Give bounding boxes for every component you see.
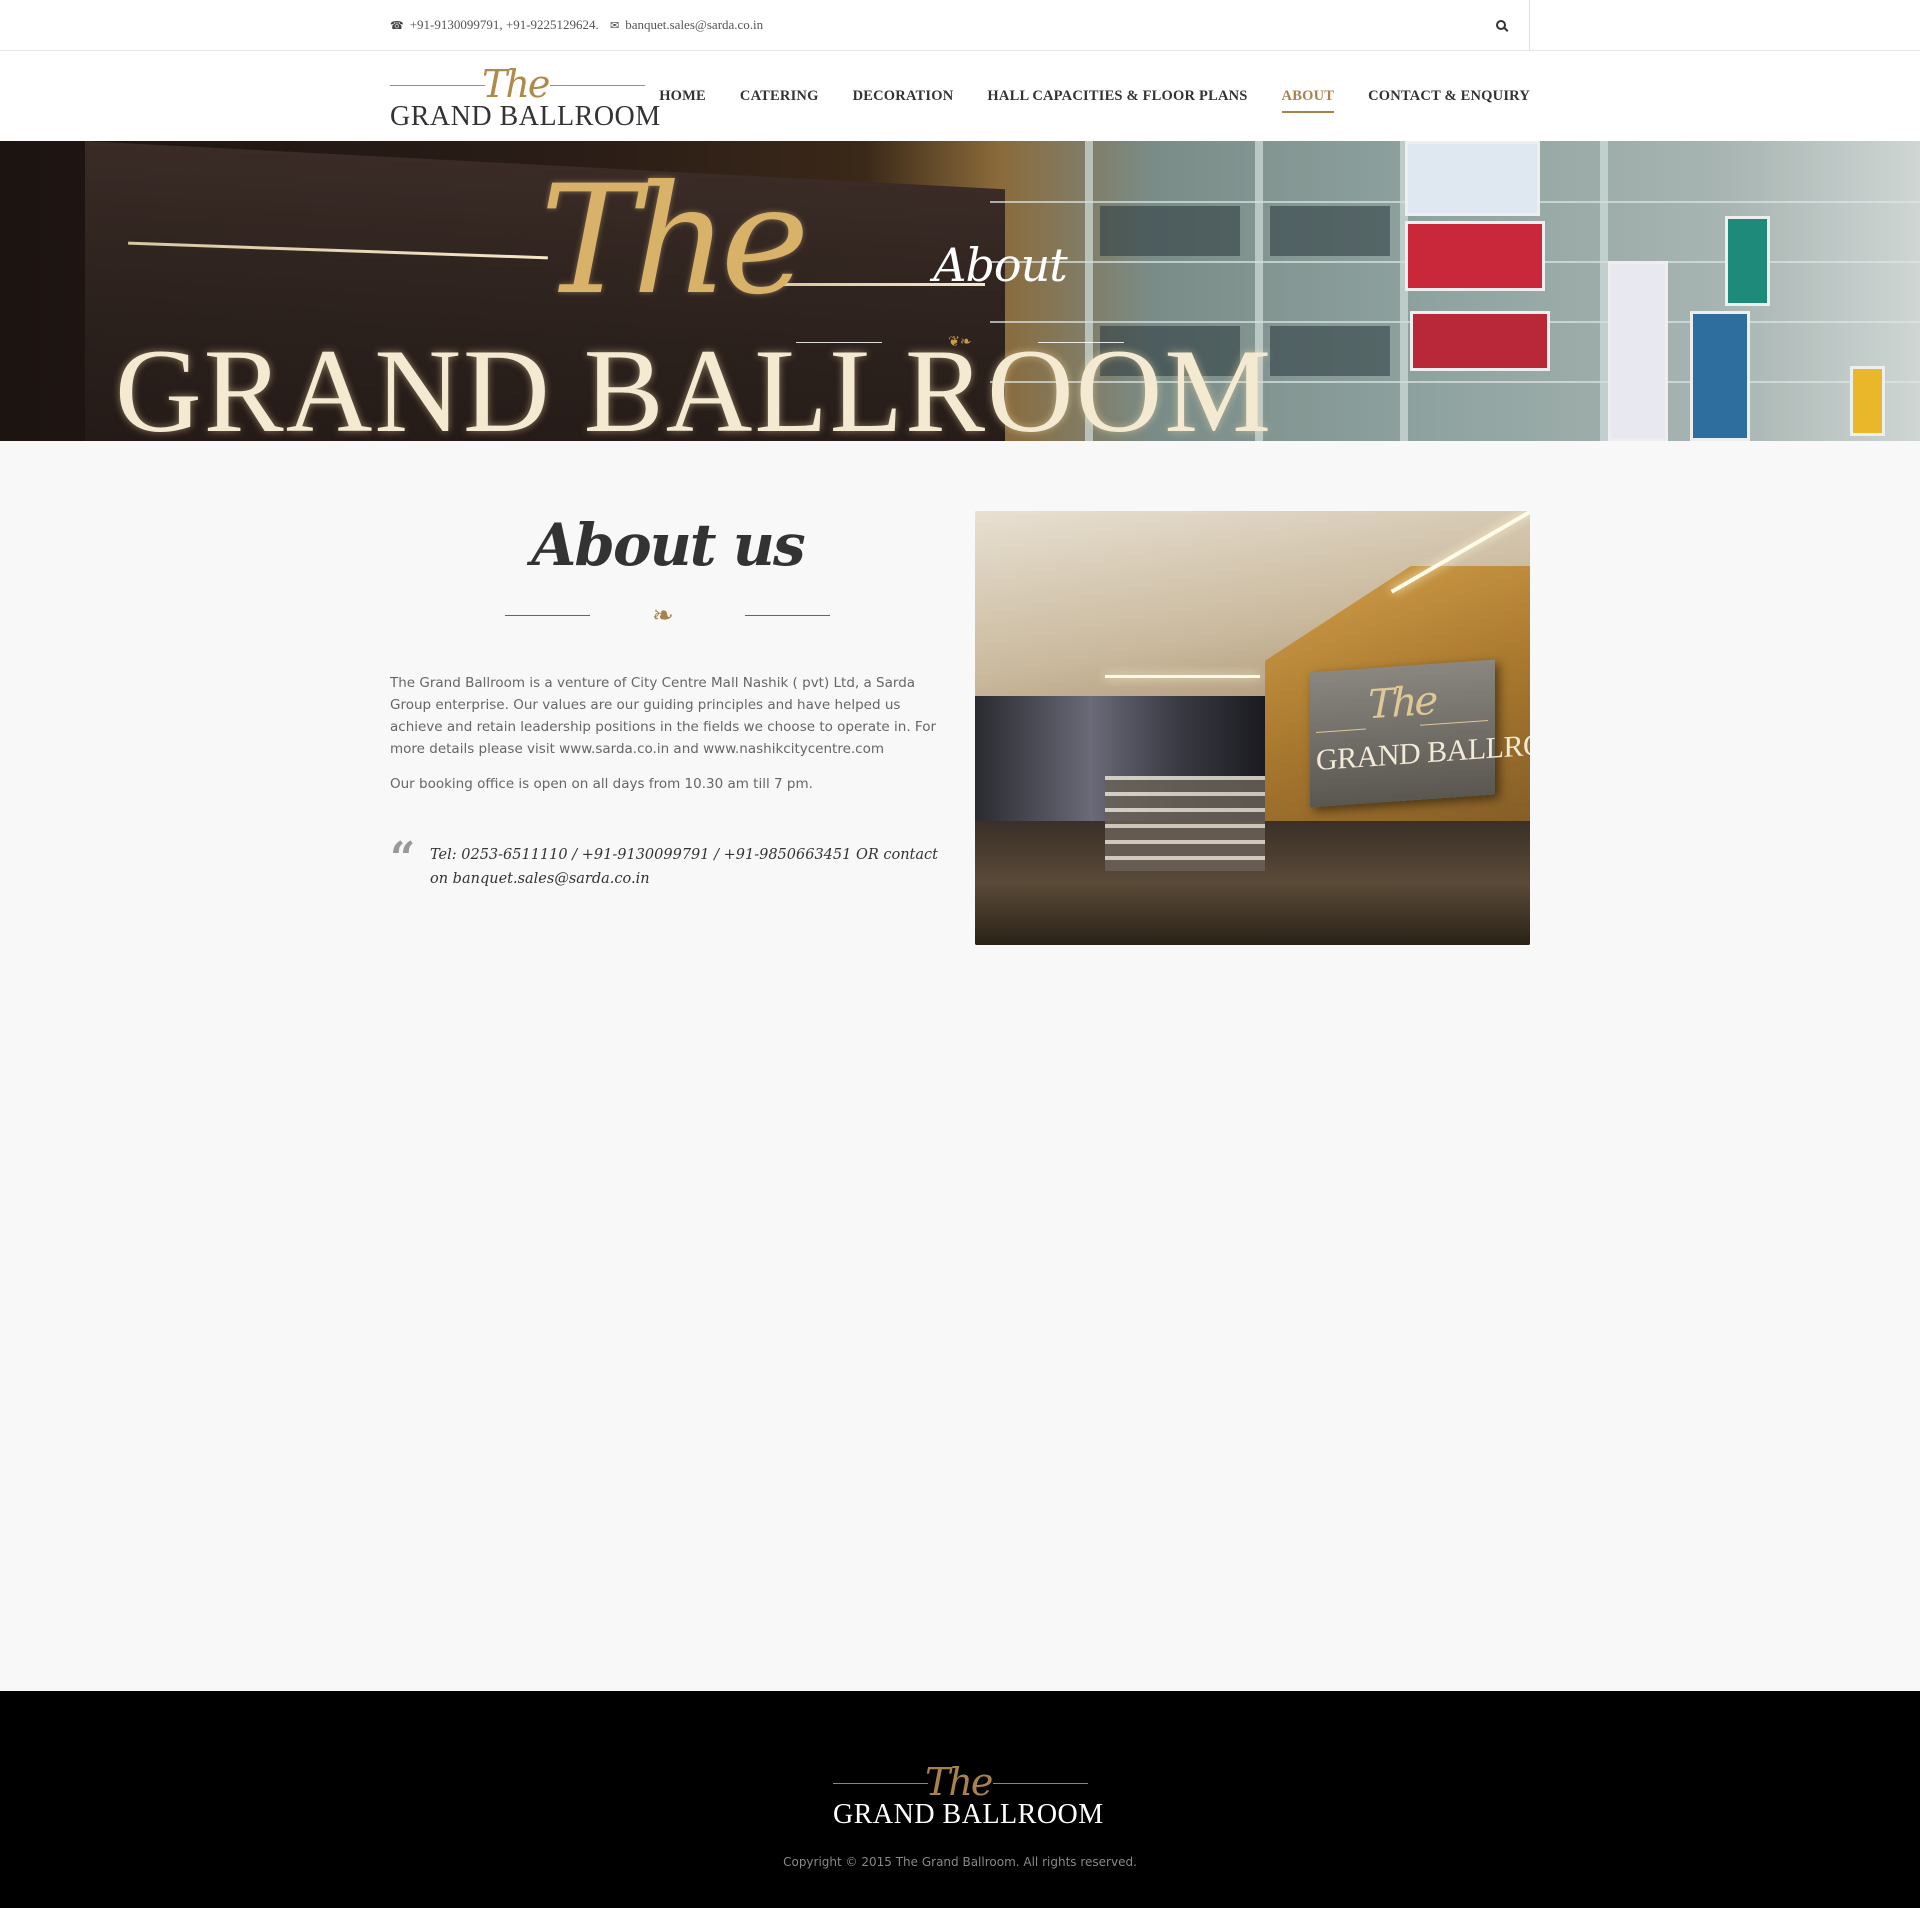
site-footer: The GRAND BALLROOM Copyright © 2015 The … [0, 1691, 1920, 1908]
building-column [1600, 141, 1608, 441]
building-window [1100, 206, 1240, 256]
search-icon[interactable] [1496, 20, 1506, 30]
about-divider: ❧ [390, 600, 945, 630]
billboard [1850, 366, 1885, 436]
nav-catering[interactable]: CATERING [740, 80, 819, 113]
footer-logo[interactable]: The GRAND BALLROOM [833, 1759, 1104, 1830]
phone-icon: ☎ [390, 19, 404, 32]
site-logo[interactable]: The GRAND BALLROOM [390, 61, 661, 132]
photo-sign-panel: The GRAND BALLROOM [1310, 659, 1530, 808]
contact-quote: “ Tel: 0253-6511110 / +91-9130099791 / +… [390, 837, 945, 891]
envelope-icon: ✉ [610, 19, 620, 32]
billboard [1725, 216, 1770, 306]
top-phone: ☎ +91-9130099791, +91-9225129624. [390, 0, 599, 50]
about-paragraph-2: Our booking office is open on all days f… [390, 776, 813, 792]
about-divider-line-right [745, 615, 830, 616]
hero-title: About [933, 238, 1067, 292]
nav-contact[interactable]: CONTACT & ENQUIRY [1368, 80, 1530, 113]
about-paragraph-1: The Grand Ballroom is a venture of City … [390, 675, 936, 757]
billboard [1405, 221, 1545, 291]
hero-divider: ❦❧ [796, 333, 1124, 353]
nav-home[interactable]: HOME [659, 80, 706, 113]
search-button[interactable] [1496, 0, 1530, 50]
billboard [1690, 311, 1750, 441]
about-divider-line-left [505, 615, 590, 616]
top-email-text[interactable]: banquet.sales@sarda.co.in [625, 17, 763, 33]
quote-icon: “ [390, 833, 416, 884]
building-window [1270, 326, 1390, 376]
hero-divider-line-left [796, 342, 882, 343]
photo-stairs [1105, 776, 1265, 871]
top-email[interactable]: ✉ banquet.sales@sarda.co.in [610, 0, 763, 50]
building-window [1270, 206, 1390, 256]
about-lobby-photo: The GRAND BALLROOM [975, 511, 1530, 945]
top-bar-inner: ☎ +91-9130099791, +91-9225129624. ✉ banq… [390, 0, 1530, 51]
site-header: The GRAND BALLROOM HOME CATERING DECORAT… [0, 51, 1920, 141]
hero-banner: The GRAND BALLROOM About ❦❧ [0, 141, 1920, 441]
hero-sign-script: The [540, 154, 809, 328]
logo-line-left [390, 85, 485, 86]
photo-sign-script: The [1368, 677, 1436, 729]
top-phone-text: +91-9130099791, +91-9225129624. [409, 17, 599, 32]
nav-decoration[interactable]: DECORATION [853, 80, 954, 113]
ornament-icon: ❦❧ [948, 333, 972, 349]
leaf-icon: ❧ [652, 600, 674, 630]
main-nav: HOME CATERING DECORATION HALL CAPACITIES… [625, 51, 1530, 141]
footer-logo-line-left [833, 1783, 928, 1784]
site-header-inner: The GRAND BALLROOM HOME CATERING DECORAT… [390, 51, 1530, 141]
top-bar: ☎ +91-9130099791, +91-9225129624. ✉ banq… [0, 0, 1920, 51]
photo-sign-line [1316, 728, 1366, 734]
nav-hall-capacities[interactable]: HALL CAPACITIES & FLOOR PLANS [987, 80, 1247, 113]
logo-wordmark: GRAND BALLROOM [390, 101, 661, 132]
footer-logo-line-right [993, 1783, 1088, 1784]
nav-about[interactable]: ABOUT [1281, 80, 1335, 113]
about-text-column: About us ❧ The Grand Ballroom is a ventu… [390, 510, 945, 891]
copyright-text: Copyright © 2015 The Grand Ballroom. All… [783, 1855, 1137, 1869]
billboard [1410, 311, 1550, 371]
billboard [1608, 261, 1668, 441]
contact-quote-text: Tel: 0253-6511110 / +91-9130099791 / +91… [430, 847, 938, 887]
photo-light-strip [1105, 675, 1260, 678]
billboard [1405, 141, 1540, 216]
hero-divider-line-right [1038, 342, 1124, 343]
footer-logo-wordmark: GRAND BALLROOM [833, 1799, 1104, 1830]
about-heading: About us [531, 511, 805, 579]
